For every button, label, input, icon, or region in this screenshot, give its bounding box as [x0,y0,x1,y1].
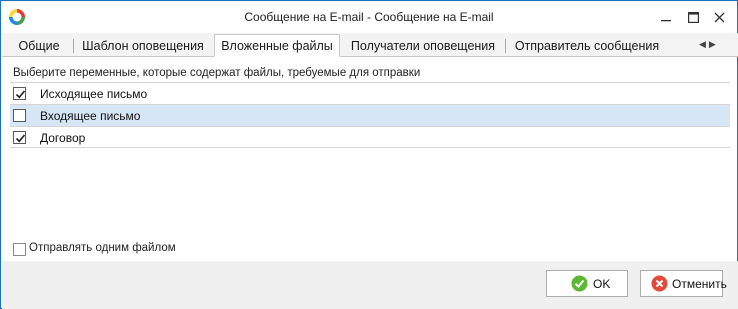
ok-label: OK [593,277,611,291]
cancel-circle-icon [651,275,668,292]
tab-notification-template[interactable]: Шаблон оповещения [80,35,206,57]
dialog-footer: OK Отменить [2,261,738,309]
minimize-button[interactable] [655,7,677,27]
tab-message-sender[interactable]: Отправитель сообщения [512,35,662,57]
title-bar: Сообщение на E-mail - Сообщение на E-mai… [1,1,737,33]
window-title: Сообщение на E-mail - Сообщение на E-mai… [244,10,494,24]
list-item[interactable]: Входящее письмо [10,104,730,126]
tab-separator [73,39,74,53]
tab-attachments[interactable]: Вложенные файлы [214,34,340,57]
item-label: Договор [40,131,86,145]
maximize-button[interactable] [682,7,704,27]
tab-notification-recipients[interactable]: Получатели оповещения [347,35,499,57]
item-checkbox[interactable] [13,131,26,144]
single-file-label: Отправлять одним файлом [29,242,176,254]
tab-general[interactable]: Общие [14,35,64,57]
single-file-checkbox[interactable] [13,243,26,256]
tab-scroll-right-icon[interactable]: ▶ [709,39,719,49]
list-item[interactable]: Договор [10,126,730,148]
dialog-window: Сообщение на E-mail - Сообщение на E-mai… [0,0,738,309]
item-label: Входящее письмо [40,109,141,123]
close-icon [714,12,724,22]
close-button[interactable] [708,7,730,27]
checkmark-icon [15,134,26,143]
tab-scroll-arrows: ◀▶ [699,39,719,50]
minimize-icon [661,20,671,22]
check-circle-icon [571,275,588,292]
tab-strip: Общие Шаблон оповещения Вложенные файлы … [2,33,738,57]
cancel-button[interactable]: Отменить [640,270,727,297]
ok-button[interactable]: OK [546,270,628,297]
item-checkbox[interactable] [13,87,26,100]
cancel-label: Отменить [672,277,727,291]
item-label: Исходящее письмо [40,87,148,101]
list-item[interactable]: Исходящее письмо [10,82,730,104]
attachments-panel: Выберите переменные, которые содержат фа… [10,58,730,261]
item-checkbox[interactable] [13,109,26,122]
tab-separator [505,39,506,53]
instruction-text: Выберите переменные, которые содержат фа… [13,67,421,79]
variables-list: Исходящее письмо Входящее письмо Договор [10,82,730,148]
tab-scroll-left-icon[interactable]: ◀ [699,39,709,49]
checkmark-icon [15,90,26,99]
maximize-icon [687,11,699,23]
